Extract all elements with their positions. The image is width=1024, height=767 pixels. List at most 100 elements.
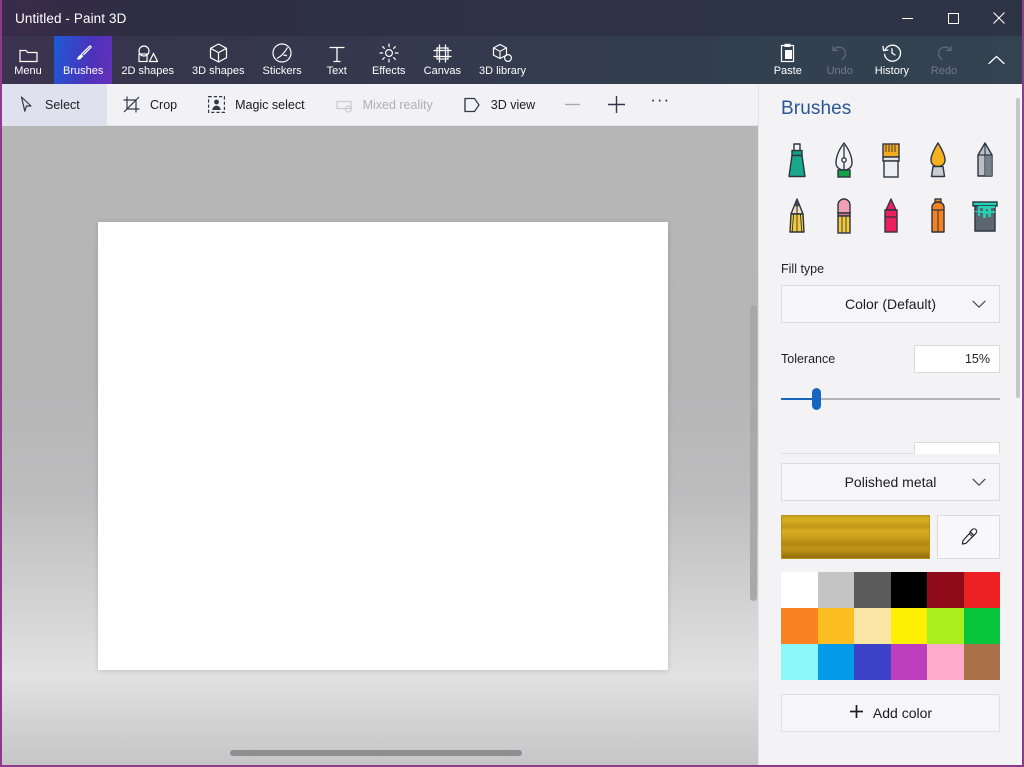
ribbon-item-paste[interactable]: Paste [762, 36, 814, 84]
color-swatch[interactable] [927, 644, 964, 680]
color-swatch[interactable] [817, 608, 854, 644]
color-swatch[interactable] [963, 572, 1000, 608]
close-icon [993, 12, 1005, 24]
tool-crop[interactable]: Crop [107, 84, 192, 126]
ribbon-item-stickers[interactable]: Stickers [254, 36, 311, 84]
material-value: Polished metal [844, 474, 937, 490]
tool-3d-view[interactable]: 3D view [448, 84, 550, 126]
ribbon-item-menu[interactable]: Menu [2, 36, 54, 84]
color-swatch[interactable] [854, 644, 891, 680]
zoom-out-button[interactable] [550, 84, 594, 126]
ribbon-label: Undo [826, 65, 853, 77]
thickness-row-clipped[interactable] [781, 432, 1000, 454]
ribbon-item-redo[interactable]: Redo [918, 36, 970, 84]
brush-pixel-pen[interactable] [961, 134, 1008, 188]
tool-mixed-reality[interactable]: Mixed reality [320, 84, 448, 126]
canvas-workspace[interactable] [2, 126, 762, 765]
color-swatch[interactable] [963, 608, 1000, 644]
ribbon-item-2d-shapes[interactable]: 2D shapes [112, 36, 183, 84]
ribbon-item-effects[interactable]: Effects [363, 36, 415, 84]
mixed-reality-icon [335, 97, 354, 113]
ribbon-collapse-button[interactable] [970, 36, 1022, 84]
ribbon-item-text[interactable]: Text [311, 36, 363, 84]
material-dropdown[interactable]: Polished metal [781, 463, 1000, 501]
crop-icon [122, 96, 141, 113]
tolerance-row: Tolerance 15% [759, 323, 1022, 373]
oil-brush-icon [881, 143, 900, 178]
stickers-icon [272, 42, 292, 63]
color-swatch[interactable] [781, 644, 818, 680]
color-swatch[interactable] [781, 608, 818, 644]
undo-icon [830, 42, 850, 63]
color-swatch[interactable] [963, 644, 1000, 680]
add-color-label: Add color [872, 705, 933, 721]
color-swatch[interactable] [781, 572, 818, 608]
brushes-panel: Brushes Fill type Color (Default) Tolera… [758, 84, 1022, 765]
ribbon-item-3d-library[interactable]: 3D library [470, 36, 535, 84]
brush-spray-can[interactable] [914, 190, 961, 244]
zoom-in-button[interactable] [594, 84, 638, 126]
color-swatch[interactable] [817, 572, 854, 608]
folder-icon [18, 42, 38, 63]
tool-magic-select[interactable]: Magic select [192, 84, 319, 126]
2d-shapes-icon [137, 42, 159, 63]
ribbon-item-3d-shapes[interactable]: 3D shapes [183, 36, 254, 84]
panel-scrollbar[interactable] [1016, 98, 1020, 398]
brush-grid [759, 120, 1022, 244]
ribbon-item-brushes[interactable]: Brushes [54, 36, 113, 84]
fill-type-dropdown[interactable]: Color (Default) [781, 285, 1000, 323]
color-swatch[interactable] [890, 608, 927, 644]
brush-watercolor[interactable] [914, 134, 961, 188]
tool-select[interactable]: Select [2, 83, 107, 126]
color-swatch[interactable] [890, 644, 927, 680]
spray-can-icon [930, 198, 945, 233]
minimize-icon [901, 17, 913, 19]
minimize-button[interactable] [884, 0, 930, 36]
minus-icon [564, 103, 580, 106]
current-material-swatch[interactable] [781, 515, 930, 559]
ribbon-label: History [874, 65, 909, 77]
plus-icon [849, 704, 864, 722]
ribbon-label: Canvas [423, 65, 461, 77]
eyedropper-icon [961, 528, 977, 545]
window-controls [884, 0, 1022, 36]
slider-fill [781, 398, 817, 400]
color-swatch[interactable] [854, 572, 891, 608]
drawing-canvas[interactable] [98, 222, 668, 670]
thickness-input[interactable] [914, 442, 1000, 454]
ribbon-item-canvas[interactable]: Canvas [415, 36, 470, 84]
brush-icon [73, 42, 93, 63]
brush-crayon[interactable] [867, 190, 914, 244]
tolerance-input[interactable]: 15% [914, 345, 1000, 373]
ribbon-item-undo[interactable]: Undo [814, 36, 866, 84]
add-color-button[interactable]: Add color [781, 694, 1000, 732]
canvas-horizontal-scrollbar[interactable] [230, 750, 522, 756]
maximize-button[interactable] [930, 0, 976, 36]
color-swatch[interactable] [817, 644, 854, 680]
window-title: Untitled - Paint 3D [15, 10, 127, 26]
eyedropper-button[interactable] [937, 515, 1000, 559]
crayon-icon [883, 198, 898, 233]
ribbon-toolbar: Menu Brushes 2D shapes 3D shapes Sticker [2, 36, 1022, 84]
color-swatch[interactable] [927, 608, 964, 644]
brush-fill-bucket[interactable] [961, 190, 1008, 244]
color-swatch[interactable] [927, 572, 964, 608]
brush-marker[interactable] [773, 134, 820, 188]
more-options-button[interactable]: ··· [638, 84, 682, 126]
brush-oil-brush[interactable] [867, 134, 914, 188]
ribbon-label: Stickers [262, 65, 302, 77]
tolerance-slider[interactable] [781, 388, 1000, 410]
brush-calligraphy-pen[interactable] [820, 134, 867, 188]
slider-thumb[interactable] [811, 388, 821, 410]
color-swatch[interactable] [890, 572, 927, 608]
fill-type-value: Color (Default) [844, 296, 937, 312]
canvas-vertical-scrollbar[interactable] [750, 305, 757, 601]
close-button[interactable] [976, 0, 1022, 36]
brush-eraser[interactable] [820, 190, 867, 244]
marker-icon [787, 143, 806, 178]
color-swatch[interactable] [854, 608, 891, 644]
watercolor-icon [929, 142, 946, 178]
chevron-down-icon [972, 474, 986, 490]
ribbon-item-history[interactable]: History [866, 36, 918, 84]
brush-pencil[interactable] [773, 190, 820, 244]
